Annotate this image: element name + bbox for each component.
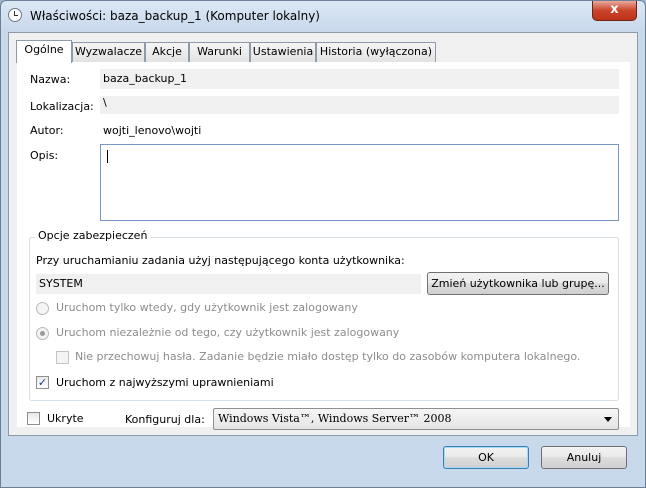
author-value: wojti_lenovo\wojti [103, 124, 202, 137]
tab-general[interactable]: Ogólne [16, 40, 72, 63]
tab-triggers[interactable]: Wyzwalacze [72, 42, 145, 62]
run-only-logged-on-radio[interactable] [36, 302, 49, 315]
configure-for-label: Konfiguruj dla: [125, 413, 205, 426]
name-field[interactable]: baza_backup_1 [100, 69, 619, 89]
hidden-label: Ukryte [47, 412, 84, 425]
change-user-button[interactable]: Zmień użytkownika lub grupę... [427, 272, 609, 295]
title-bar[interactable]: Właściwości: baza_backup_1 (Komputer lok… [1, 1, 645, 31]
run-whether-logged-on-radio[interactable] [36, 327, 49, 340]
ok-button[interactable]: OK [443, 446, 529, 469]
close-button[interactable]: x [592, 1, 637, 21]
dropdown-arrow-icon [604, 417, 612, 422]
run-only-logged-on-label: Uruchom tylko wtedy, gdy użytkownik jest… [56, 301, 358, 314]
user-account-prompt: Przy uruchamianiu zadania użyj następują… [36, 254, 405, 267]
task-scheduler-clock-icon [8, 8, 22, 22]
highest-privileges-checkbox[interactable]: ✓ [36, 376, 49, 389]
tab-conditions[interactable]: Warunki [189, 42, 250, 62]
configure-for-value: Windows Vista™, Windows Server™ 2008 [218, 412, 452, 425]
author-label: Autor: [30, 124, 64, 137]
tab-history[interactable]: Historia (wyłączona) [316, 42, 436, 62]
configure-for-dropdown[interactable]: Windows Vista™, Windows Server™ 2008 [213, 408, 619, 430]
description-textarea[interactable] [100, 144, 619, 221]
run-whether-logged-on-label: Uruchom niezależnie od tego, czy użytkow… [56, 326, 400, 339]
highest-privileges-label: Uruchom z najwyższymi uprawnieniami [56, 376, 274, 389]
do-not-store-password-label: Nie przechowuj hasła. Zadanie będzie mia… [75, 350, 581, 363]
hidden-checkbox[interactable] [27, 412, 40, 425]
security-options-legend: Opcje zabezpieczeń [35, 229, 151, 242]
tab-settings[interactable]: Ustawienia [250, 42, 316, 62]
text-caret [107, 150, 108, 163]
location-label: Lokalizacja: [30, 100, 94, 113]
window-title: Właściwości: baza_backup_1 (Komputer lok… [30, 9, 320, 23]
do-not-store-password-checkbox[interactable] [56, 351, 69, 364]
tab-actions[interactable]: Akcje [145, 42, 189, 62]
location-field[interactable]: \ [100, 96, 619, 114]
user-account-field[interactable]: SYSTEM [36, 274, 421, 294]
cancel-button[interactable]: Anuluj [541, 446, 627, 469]
name-label: Nazwa: [30, 73, 71, 86]
description-label: Opis: [30, 149, 59, 162]
